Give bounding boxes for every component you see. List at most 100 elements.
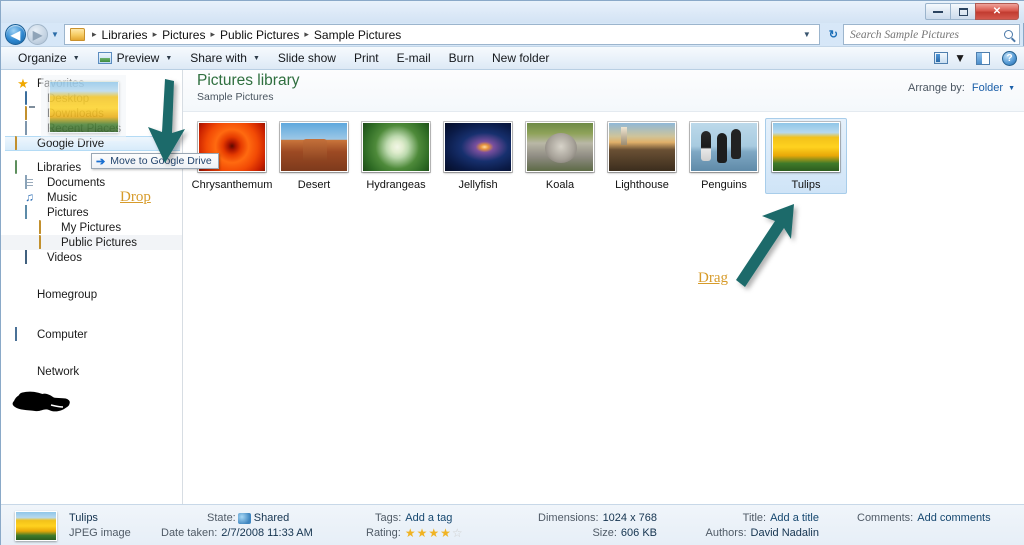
pictures-icon — [25, 204, 41, 220]
breadcrumb[interactable]: ▸ Libraries ▸ Pictures ▸ Public Pictures… — [64, 24, 820, 45]
details-file-name: Tulips — [69, 512, 98, 524]
burn-button[interactable]: Burn — [440, 47, 483, 69]
sidebar-item-documents[interactable]: Documents — [1, 174, 182, 190]
file-tile-koala[interactable]: Koala — [519, 118, 601, 194]
title-label: Title: — [742, 512, 767, 524]
back-icon[interactable]: ◀ — [5, 24, 26, 45]
file-tile-lighthouse[interactable]: Lighthouse — [601, 118, 683, 194]
email-label: E-mail — [396, 51, 431, 65]
sidebar-item-pictures[interactable]: Pictures — [1, 204, 182, 220]
file-name: Desert — [297, 179, 331, 191]
file-tile-hydrangeas[interactable]: Hydrangeas — [355, 118, 437, 194]
chevron-down-icon[interactable]: ▼ — [1008, 85, 1015, 92]
breadcrumb-item-sample-pictures[interactable]: Sample Pictures — [314, 28, 401, 42]
file-tile-tulips[interactable]: Tulips — [765, 118, 847, 194]
preview-button[interactable]: Preview ▼ — [89, 47, 182, 69]
title-value[interactable]: Add a title — [770, 512, 819, 524]
sidebar-item-music[interactable]: ♫ Music — [1, 190, 182, 205]
file-tile-jellyfish[interactable]: Jellyfish — [437, 118, 519, 194]
folder-icon — [39, 219, 55, 235]
chevron-down-icon: ▼ — [165, 54, 173, 62]
sidebar-item-network[interactable]: Network — [1, 364, 182, 379]
thumbnail — [690, 122, 758, 172]
star-icon[interactable]: ☆ — [452, 527, 463, 539]
homegroup-icon — [15, 288, 31, 302]
comments-label: Comments: — [857, 512, 914, 524]
star-icon[interactable]: ★ — [428, 527, 439, 539]
arrange-by-control[interactable]: Arrange by: Folder ▼ — [908, 82, 1015, 94]
breadcrumb-item-libraries[interactable]: Libraries — [102, 28, 148, 42]
slide-show-label: Slide show — [277, 51, 336, 65]
sidebar-item-videos[interactable]: Videos — [1, 249, 182, 265]
command-bar-right: ▼ ? — [934, 50, 1024, 66]
sidebar-item-public-pictures[interactable]: Public Pictures — [1, 234, 182, 250]
sidebar-item-my-pictures[interactable]: My Pictures — [1, 219, 182, 235]
details-dimensions-group: Dimensions: 1024 x 768 Size: 606 KB — [502, 509, 657, 543]
chevron-down-icon[interactable]: ▼ — [48, 30, 62, 39]
shared-icon — [237, 512, 251, 524]
sidebar-item-label: Computer — [37, 328, 88, 341]
star-icon[interactable]: ★ — [405, 527, 416, 539]
organize-button[interactable]: Organize ▼ — [9, 47, 89, 69]
maximize-button[interactable] — [950, 3, 976, 20]
details-title-group: Title: Add a title Authors: David Nadali… — [671, 509, 819, 543]
search-input[interactable] — [848, 27, 1004, 42]
view-icon[interactable] — [934, 52, 949, 64]
computer-icon — [15, 326, 31, 342]
navigation-buttons: ◀ ▶ ▼ — [1, 24, 62, 45]
page-title: Pictures library — [197, 72, 300, 89]
search-icon — [1004, 30, 1013, 39]
documents-icon — [25, 174, 41, 190]
date-taken-value: 2/7/2008 11:33 AM — [221, 527, 313, 539]
share-with-button[interactable]: Share with ▼ — [181, 47, 269, 69]
breadcrumb-separator: ▸ — [210, 29, 215, 39]
music-icon: ♫ — [25, 189, 34, 204]
file-tile-desert[interactable]: Desert — [273, 118, 355, 194]
preview-label: Preview — [116, 51, 160, 65]
star-icon[interactable]: ★ — [440, 527, 451, 539]
drag-annotation-arrow — [736, 204, 794, 287]
thumbnail — [608, 122, 676, 172]
star-icon[interactable]: ★ — [417, 527, 428, 539]
refresh-icon[interactable]: ↻ — [824, 28, 843, 41]
close-button[interactable]: ✕ — [975, 3, 1019, 20]
folder-icon — [39, 234, 55, 250]
sidebar-item-computer[interactable]: Computer — [1, 326, 182, 342]
sidebar-item-label: My Pictures — [61, 221, 122, 234]
forward-icon[interactable]: ▶ — [27, 24, 48, 45]
search-box[interactable] — [843, 24, 1020, 45]
google-drive-folder-icon — [15, 135, 31, 151]
rating-stars[interactable]: ★ ★ ★ ★ ☆ — [405, 527, 464, 539]
breadcrumb-item-pictures[interactable]: Pictures — [162, 28, 205, 42]
minimize-button[interactable] — [925, 3, 951, 20]
preview-icon — [97, 52, 112, 64]
authors-value: David Nadalin — [750, 527, 819, 539]
chevron-down-icon[interactable]: ▼ — [954, 51, 966, 65]
email-button[interactable]: E-mail — [388, 47, 440, 69]
downloads-folder-icon — [25, 105, 41, 121]
sidebar-item-homegroup[interactable]: Homegroup — [1, 287, 182, 302]
thumbnail — [280, 122, 348, 172]
new-folder-button[interactable]: New folder — [483, 47, 558, 69]
details-comments-group: Comments: Add comments — [857, 509, 991, 543]
details-tags-group: Tags: Add a tag Rating: ★ ★ ★ ★ ☆ — [366, 509, 502, 543]
comments-value[interactable]: Add comments — [917, 512, 990, 524]
preview-pane-icon[interactable] — [976, 51, 990, 65]
arrange-by-value[interactable]: Folder — [972, 82, 1003, 94]
file-tile-penguins[interactable]: Penguins — [683, 118, 765, 194]
file-name: Penguins — [701, 179, 747, 191]
tags-label: Tags: — [375, 512, 402, 524]
libraries-icon — [15, 159, 31, 175]
file-name: Hydrangeas — [366, 179, 426, 191]
slide-show-button[interactable]: Slide show — [269, 47, 345, 69]
print-button[interactable]: Print — [345, 47, 388, 69]
page-subtitle: Sample Pictures — [197, 91, 274, 103]
date-taken-label: Date taken: — [161, 527, 218, 539]
tags-value[interactable]: Add a tag — [405, 512, 452, 524]
sidebar-item-label: Videos — [47, 251, 82, 264]
sidebar-item-label: Music — [47, 191, 78, 204]
chevron-down-icon[interactable]: ▼ — [797, 30, 817, 39]
breadcrumb-item-public-pictures[interactable]: Public Pictures — [220, 28, 299, 42]
share-with-label: Share with — [190, 51, 247, 65]
help-icon[interactable]: ? — [1002, 50, 1017, 66]
